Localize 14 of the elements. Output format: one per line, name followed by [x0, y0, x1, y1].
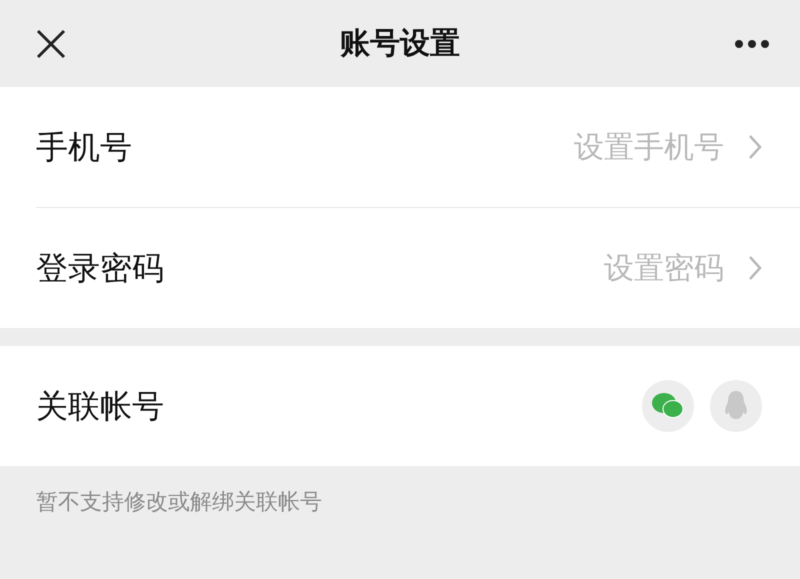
setting-label: 登录密码 — [36, 248, 164, 289]
setting-label: 手机号 — [36, 127, 132, 168]
chevron-icon — [748, 134, 762, 160]
close-button[interactable] — [36, 28, 66, 58]
more-icon — [734, 38, 770, 48]
window-title: 账号设置 — [340, 25, 460, 63]
setting-value: 设置密码 — [604, 250, 724, 288]
close-icon — [36, 28, 66, 58]
setting-label: 关联帐号 — [36, 386, 164, 427]
chat-bubbles-icon[interactable] — [642, 380, 694, 432]
chevron-icon — [748, 255, 762, 281]
note-text: 暂不支持修改或解绑关联帐号 — [35, 489, 323, 517]
setting-value: 设置手机号 — [574, 128, 724, 166]
more-button[interactable] — [734, 38, 770, 48]
